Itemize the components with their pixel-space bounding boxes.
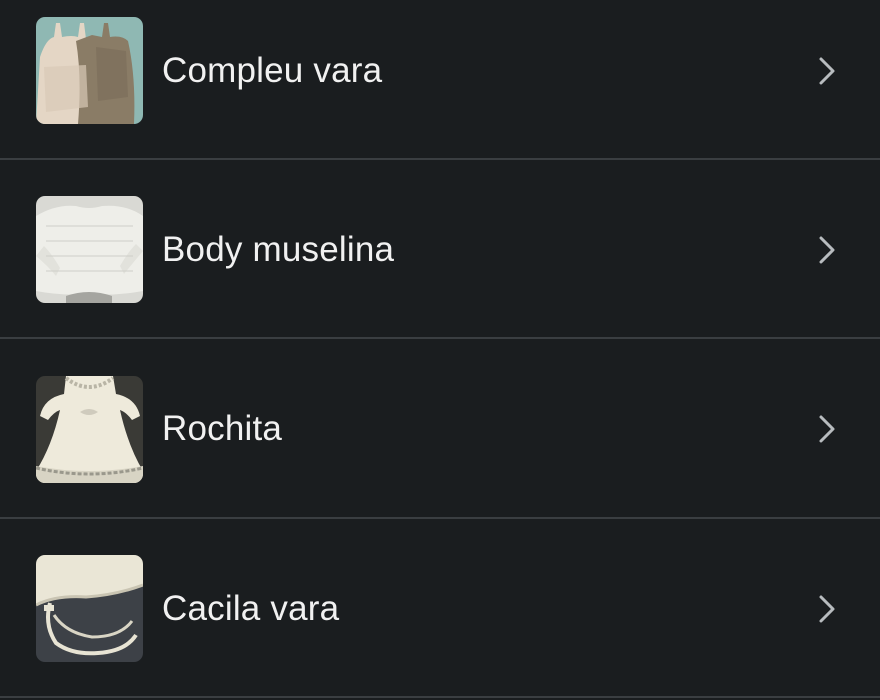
item-list: Compleu vara Body muselina Rochita Cacil… (0, 0, 880, 700)
chevron-right-icon (819, 415, 835, 443)
item-thumbnail (36, 555, 143, 662)
chevron-right-icon (819, 236, 835, 264)
item-thumbnail (36, 17, 143, 124)
list-item[interactable]: Body muselina (0, 161, 880, 339)
divider (0, 696, 880, 698)
item-label: Body muselina (162, 230, 395, 269)
item-label: Cacila vara (162, 589, 340, 628)
chevron-right-icon (819, 57, 835, 85)
divider (0, 517, 880, 519)
item-label: Rochita (162, 409, 283, 448)
item-label: Compleu vara (162, 51, 383, 90)
list-item[interactable]: Rochita (0, 340, 880, 518)
divider (0, 337, 880, 339)
list-item[interactable]: Cacila vara (0, 520, 880, 698)
list-item[interactable]: Compleu vara (0, 0, 880, 160)
chevron-right-icon (819, 595, 835, 623)
item-thumbnail (36, 196, 143, 303)
divider (0, 158, 880, 160)
item-thumbnail (36, 376, 143, 483)
